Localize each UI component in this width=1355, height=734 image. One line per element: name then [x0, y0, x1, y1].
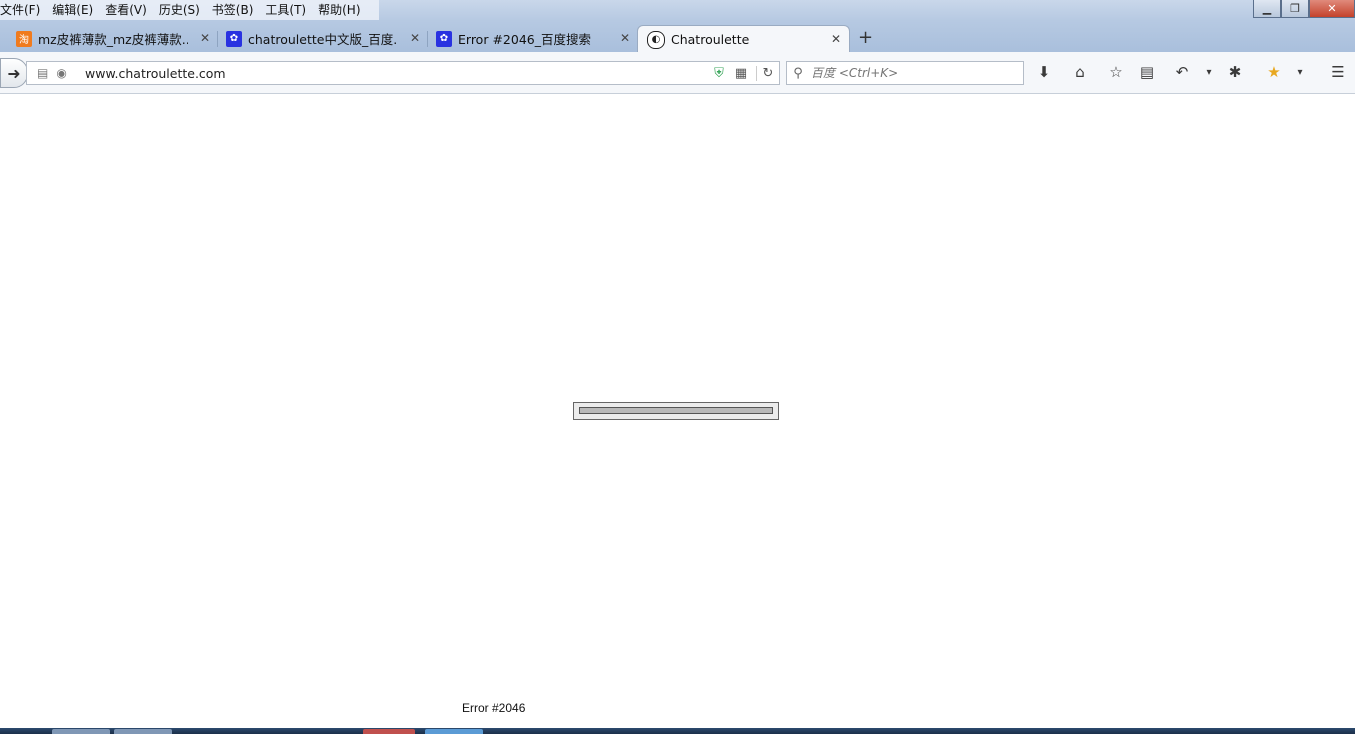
- taobao-icon: 淘: [16, 30, 32, 47]
- site-identity[interactable]: ▤ ◉: [27, 62, 85, 84]
- loading-bar-track: [579, 407, 773, 414]
- tab-title: mz皮裤薄款_mz皮裤薄款...: [38, 32, 188, 47]
- taskbar-button[interactable]: [425, 729, 483, 734]
- tab-baidu-error[interactable]: ✿ Error #2046_百度搜索 ✕: [420, 25, 638, 52]
- loading-bar-fill: [580, 408, 772, 413]
- back-button[interactable]: ➜: [0, 58, 28, 88]
- home-icon[interactable]: ⌂: [1070, 62, 1090, 82]
- windows-taskbar: [0, 728, 1355, 734]
- tab-taobao[interactable]: 淘 mz皮裤薄款_mz皮裤薄款... ✕: [0, 25, 218, 52]
- taskbar-button[interactable]: [52, 729, 110, 734]
- taskbar-button[interactable]: [114, 729, 172, 734]
- menu-view[interactable]: 查看(V): [105, 0, 153, 20]
- search-icon: ⚲: [793, 65, 803, 81]
- tab-close-icon[interactable]: ✕: [831, 32, 841, 46]
- maximize-button[interactable]: ❐: [1281, 0, 1309, 18]
- tab-title: Error #2046_百度搜索: [458, 32, 591, 47]
- taskbar-button[interactable]: [363, 729, 415, 734]
- chevron-down-icon[interactable]: ▾: [1199, 62, 1219, 82]
- close-window-button[interactable]: ✕: [1309, 0, 1355, 18]
- menu-tools[interactable]: 工具(T): [265, 0, 312, 20]
- bookmark-star-icon[interactable]: ☆: [1106, 62, 1126, 82]
- tab-title: chatroulette中文版_百度...: [248, 32, 398, 47]
- window-titlebar: 文件(F) 编辑(E) 查看(V) 历史(S) 书签(B) 工具(T) 帮助(H…: [0, 0, 1355, 53]
- tab-close-icon[interactable]: ✕: [200, 31, 210, 45]
- tab-strip: 淘 mz皮裤薄款_mz皮裤薄款... ✕ ✿ chatroulette中文版_百…: [0, 25, 1355, 53]
- shield-icon[interactable]: ⛨: [708, 66, 730, 81]
- tab-chatroulette[interactable]: ◐ Chatroulette ✕: [637, 25, 850, 53]
- url-icons: ⛨ ▦ ↻: [708, 65, 779, 81]
- menu-bar: 文件(F) 编辑(E) 查看(V) 历史(S) 书签(B) 工具(T) 帮助(H…: [0, 0, 379, 20]
- page-content: Error #2046: [0, 94, 1355, 728]
- chevron-down-icon[interactable]: ▾: [1290, 62, 1310, 82]
- bookmarks-list-icon[interactable]: ▤: [1137, 62, 1157, 82]
- qr-code-icon[interactable]: ▦: [730, 66, 752, 81]
- window-controls: ▁ ❐ ✕: [1253, 0, 1355, 18]
- reload-icon[interactable]: ↻: [756, 65, 779, 81]
- tab-close-icon[interactable]: ✕: [620, 31, 630, 45]
- url-bar[interactable]: ▤ ◉ www.chatroulette.com ⛨ ▦ ↻: [26, 61, 780, 85]
- baidu-paw-icon: ✿: [436, 30, 452, 47]
- addon-icon[interactable]: ✱: [1225, 62, 1245, 82]
- menu-bookmarks[interactable]: 书签(B): [212, 0, 260, 20]
- search-input[interactable]: [809, 65, 1013, 81]
- chatroulette-icon: ◐: [647, 30, 665, 49]
- menu-file[interactable]: 文件(F): [0, 0, 46, 20]
- error-message: Error #2046: [462, 701, 526, 715]
- url-text[interactable]: www.chatroulette.com: [85, 66, 708, 81]
- search-bar[interactable]: ⚲: [786, 61, 1024, 85]
- menu-history[interactable]: 历史(S): [159, 0, 206, 20]
- minimize-button[interactable]: ▁: [1253, 0, 1281, 18]
- globe-icon: ◉: [56, 66, 67, 80]
- menu-help[interactable]: 帮助(H): [318, 0, 366, 20]
- back-arrow-icon: ➜: [7, 63, 21, 83]
- favorites-star-icon[interactable]: ★: [1264, 62, 1284, 82]
- menu-edit[interactable]: 编辑(E): [52, 0, 99, 20]
- menu-hamburger-icon[interactable]: ☰: [1328, 62, 1348, 82]
- folder-icon: ▤: [37, 66, 49, 80]
- new-tab-button[interactable]: +: [858, 27, 873, 48]
- navigation-toolbar: ➜ ▤ ◉ www.chatroulette.com ⛨ ▦ ↻ ⚲ ⬇ ⌂ ☆…: [0, 52, 1355, 94]
- tab-baidu-chatroulette[interactable]: ✿ chatroulette中文版_百度... ✕: [210, 25, 428, 52]
- tab-close-icon[interactable]: ✕: [410, 31, 420, 45]
- baidu-paw-icon: ✿: [226, 30, 242, 47]
- tab-title: Chatroulette: [671, 32, 750, 47]
- undo-icon[interactable]: ↶: [1172, 62, 1192, 82]
- download-icon[interactable]: ⬇: [1034, 62, 1054, 82]
- flash-loading-bar: [573, 402, 779, 420]
